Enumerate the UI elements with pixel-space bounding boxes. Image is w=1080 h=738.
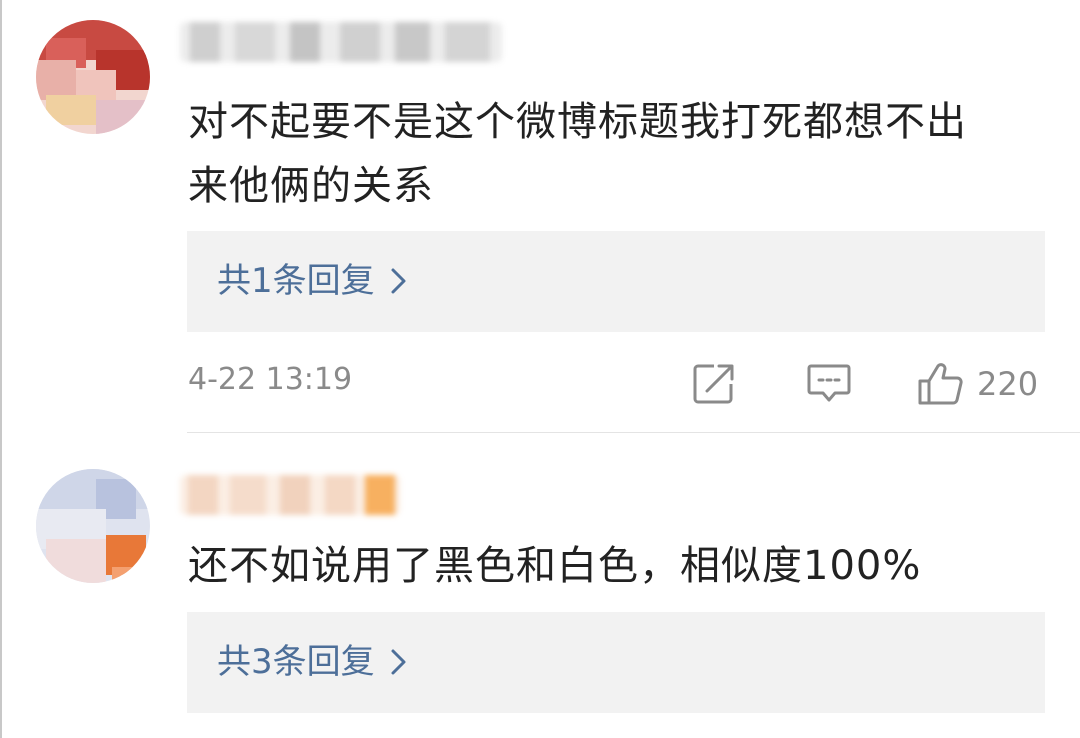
user-avatar[interactable] [36,20,150,134]
replies-box: 共1条回复 [187,231,1045,332]
username-hidden[interactable] [180,475,400,515]
comment-text-line: 来他俩的关系 [188,163,434,209]
comment-item-2: 还不如说用了黑色和白色，相似度100% 共3条回复 [0,433,1080,738]
view-replies-label: 共1条回复 [217,261,375,301]
comment-item-1: 对不起要不是这个微博标题我打死都想不出 来他俩的关系 共1条回复 4-22 13… [0,0,1080,432]
view-replies-link[interactable]: 共3条回复 [217,640,409,684]
comment-meta-row: 4-22 13:19 220 [0,354,1080,414]
replies-box: 共3条回复 [187,612,1045,713]
username-hidden[interactable] [180,22,502,62]
chevron-right-icon [391,268,406,294]
like-count: 220 [977,365,1039,403]
view-replies-label: 共3条回复 [217,642,375,682]
comment-button[interactable] [806,354,852,414]
comment-text-line: 对不起要不是这个微博标题我打死都想不出 [188,99,967,145]
view-replies-link[interactable]: 共1条回复 [217,259,409,303]
chevron-right-icon [391,649,406,675]
repost-button[interactable] [692,354,736,414]
comment-text: 对不起要不是这个微博标题我打死都想不出 来他俩的关系 [188,90,1048,218]
like-icon [918,363,963,405]
comment-text: 还不如说用了黑色和白色，相似度100% [188,534,1048,598]
comment-timestamp: 4-22 13:19 [188,362,353,397]
like-button[interactable]: 220 [917,354,1038,414]
user-avatar[interactable] [36,469,150,583]
repost-icon [693,364,734,404]
comment-icon [807,364,851,402]
comment-text-line: 还不如说用了黑色和白色，相似度100% [188,543,922,589]
